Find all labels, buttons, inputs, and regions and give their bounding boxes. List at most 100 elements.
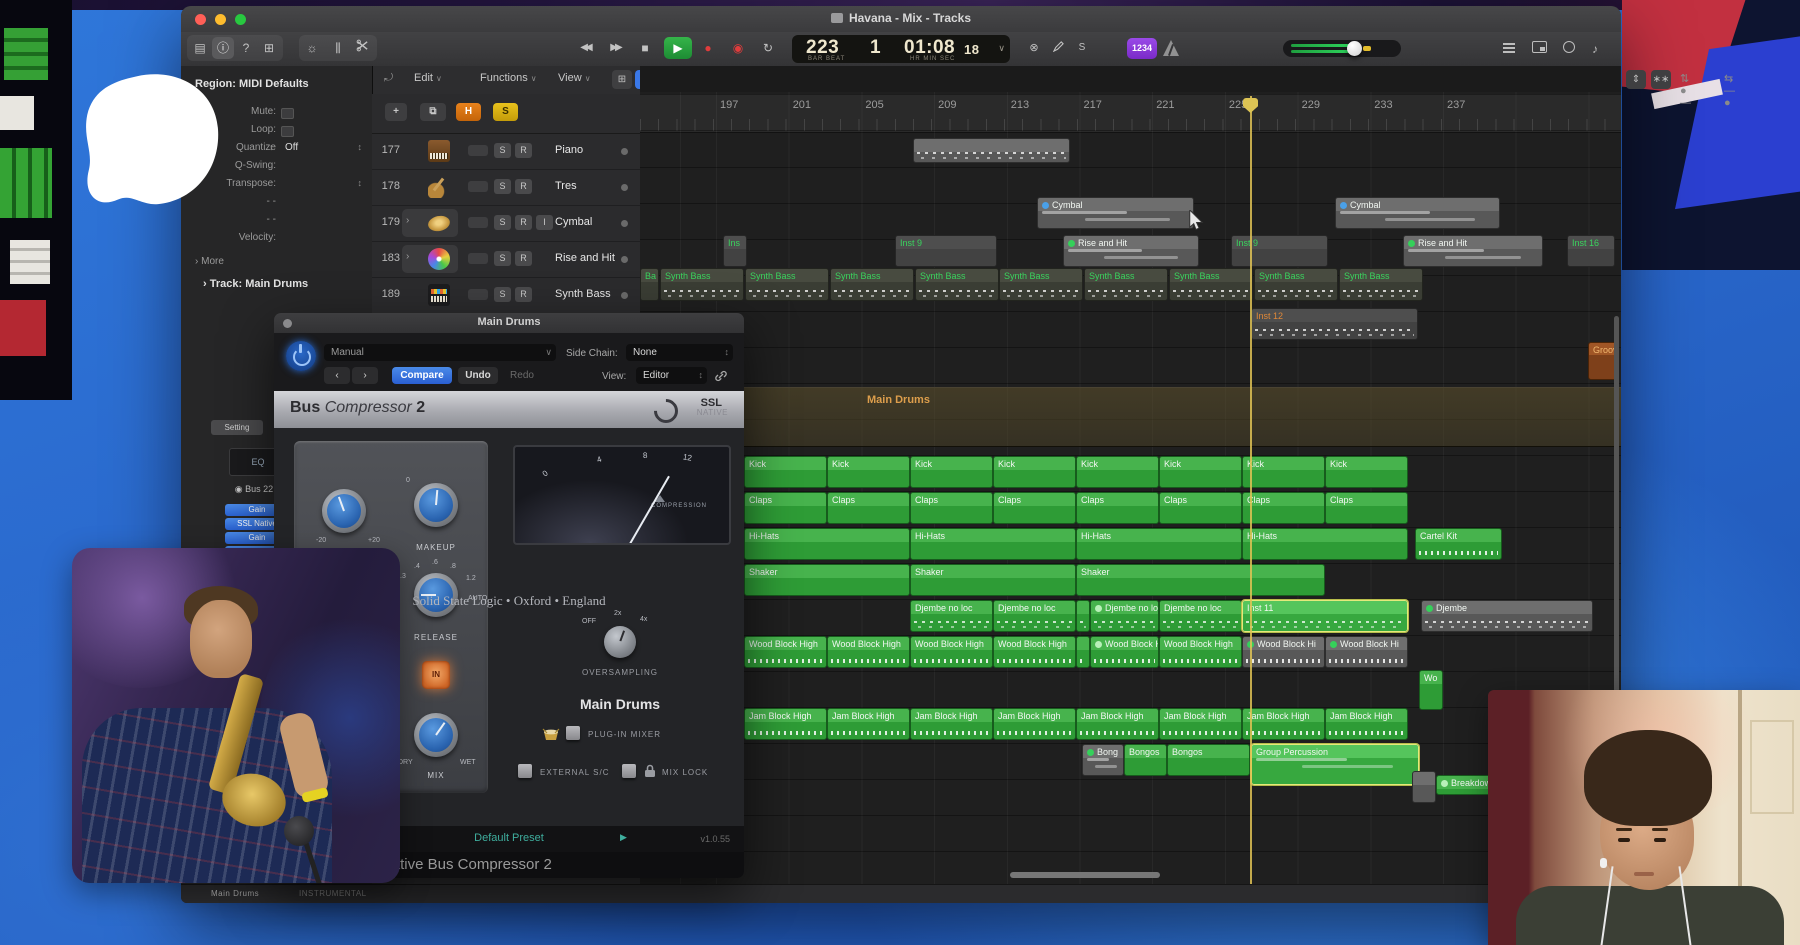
mix-knob[interactable]: [414, 713, 458, 757]
undo-button[interactable]: Undo: [458, 367, 498, 384]
region-claps[interactable]: Claps: [827, 492, 910, 524]
next-preset-button[interactable]: ›: [352, 367, 378, 384]
region-jam-block-high[interactable]: Jam Block High: [744, 708, 827, 740]
volume-knob[interactable]: [1347, 41, 1362, 56]
region-synth-bass[interactable]: Synth Bass: [1254, 268, 1338, 301]
region-wood-block-h[interactable]: Wood Block H: [1090, 636, 1159, 668]
region-kick[interactable]: Kick: [993, 456, 1076, 488]
forward-button[interactable]: ▶▶: [604, 37, 626, 59]
region-claps[interactable]: Claps: [993, 492, 1076, 524]
threshold-knob[interactable]: [322, 489, 366, 533]
region-jam-block-high[interactable]: Jam Block High: [1159, 708, 1242, 740]
solo-tracks-button[interactable]: S: [493, 103, 518, 121]
stop-button[interactable]: ■: [634, 37, 656, 59]
region-bongos[interactable]: Bongos: [1167, 744, 1250, 776]
s-button[interactable]: S: [494, 251, 511, 266]
region-hi-hats[interactable]: Hi-Hats: [744, 528, 910, 560]
track-inspector-header[interactable]: › Track: Main Drums: [203, 278, 308, 290]
redo-button[interactable]: Redo: [502, 367, 542, 384]
pencil-icon[interactable]: [1047, 37, 1069, 59]
r-button[interactable]: R: [515, 287, 532, 302]
link-icon[interactable]: [714, 369, 728, 388]
region-jam-block-high[interactable]: Jam Block High: [910, 708, 993, 740]
solo-mode-icon[interactable]: S: [1071, 37, 1093, 59]
smart-controls-icon[interactable]: ☼: [301, 37, 323, 59]
playhead-line[interactable]: [1250, 96, 1252, 884]
region-kick[interactable]: Kick: [1325, 456, 1408, 488]
region-clip[interactable]: [1076, 600, 1090, 632]
list-editors-icon[interactable]: [1499, 40, 1519, 58]
record-button[interactable]: ●: [697, 37, 719, 59]
region-djembe-no-loc[interactable]: Djembe no loc: [1090, 600, 1159, 632]
region-jam-block-high[interactable]: Jam Block High: [1076, 708, 1159, 740]
region-hi-hats[interactable]: Hi-Hats: [1076, 528, 1242, 560]
s-button[interactable]: S: [494, 215, 511, 230]
region-jam-block-high[interactable]: Jam Block High: [827, 708, 910, 740]
compare-button[interactable]: Compare: [392, 367, 452, 384]
region-more-disclosure[interactable]: › More: [195, 256, 224, 267]
media-browser-icon[interactable]: ♪: [1585, 40, 1605, 58]
region-bong[interactable]: Bong: [1082, 744, 1124, 776]
region-claps[interactable]: Claps: [744, 492, 827, 524]
region-claps[interactable]: Claps: [1325, 492, 1408, 524]
region-shaker[interactable]: Shaker: [744, 564, 910, 596]
inspector-row-velocity[interactable]: Velocity:: [181, 230, 372, 247]
region-jam-block-high[interactable]: Jam Block High: [1242, 708, 1325, 740]
region-wood-block-hi[interactable]: Wood Block Hi: [1325, 636, 1408, 668]
hide-tracks-button[interactable]: H: [456, 103, 481, 121]
rewind-button[interactable]: ◀◀: [574, 37, 596, 59]
region-wood-block-high[interactable]: Wood Block High: [993, 636, 1076, 668]
region-kick[interactable]: Kick: [1242, 456, 1325, 488]
region-inst-12[interactable]: Inst 12: [1251, 308, 1418, 340]
region-claps[interactable]: Claps: [910, 492, 993, 524]
metronome-icon[interactable]: [1163, 40, 1179, 56]
track-stack-summary-lane[interactable]: Main Drums: [640, 387, 1621, 447]
region-wood-block-high[interactable]: Wood Block High: [910, 636, 993, 668]
s-button[interactable]: S: [494, 287, 511, 302]
track-row-cymbal[interactable]: 179›SRICymbal: [372, 205, 640, 242]
loop-browser-icon[interactable]: [1559, 40, 1579, 58]
region-jam-block-high[interactable]: Jam Block High: [993, 708, 1076, 740]
cycle-icon[interactable]: ↻: [757, 37, 779, 59]
region-synth-bass[interactable]: Synth Bass: [660, 268, 744, 301]
preset-field[interactable]: Manual∨: [324, 344, 556, 361]
horizontal-scrollbar[interactable]: [1010, 872, 1160, 878]
region-synth-bass[interactable]: Synth Bass: [745, 268, 829, 301]
capture-record-icon[interactable]: ◉: [727, 37, 749, 59]
region-djembe-no-loc[interactable]: Djembe no loc: [993, 600, 1076, 632]
region-cymbal[interactable]: Cymbal: [1335, 197, 1500, 229]
region-kick[interactable]: Kick: [827, 456, 910, 488]
region-bongos[interactable]: Bongos: [1124, 744, 1167, 776]
onoff-toggle[interactable]: [468, 145, 488, 156]
region-kick[interactable]: Kick: [744, 456, 827, 488]
region-synth-bass[interactable]: Synth Bass: [999, 268, 1083, 301]
track-row-piano[interactable]: 177SRPiano: [372, 133, 640, 170]
footer-tab-instrumental[interactable]: INSTRUMENTAL: [299, 889, 367, 898]
region-claps[interactable]: Claps: [1076, 492, 1159, 524]
region-hi-hats[interactable]: Hi-Hats: [1242, 528, 1408, 560]
region-wo[interactable]: Wo: [1419, 670, 1443, 710]
vertical-zoom-slider[interactable]: ⇅ ●—: [1680, 72, 1691, 109]
plugin-titlebar[interactable]: Main Drums: [274, 313, 744, 333]
lcd-chevron-icon[interactable]: ∨: [998, 43, 1005, 54]
duplicate-track-button[interactable]: ⧉: [420, 103, 446, 121]
region-kick[interactable]: Kick: [1076, 456, 1159, 488]
disclosure-icon[interactable]: ›: [406, 251, 409, 262]
footer-tab-main-drums[interactable]: Main Drums: [211, 889, 259, 898]
onoff-toggle[interactable]: [468, 253, 488, 264]
mix-lock-checkbox[interactable]: [622, 764, 636, 778]
region-cartel-kit[interactable]: Cartel Kit: [1415, 528, 1502, 560]
plugin-power-button[interactable]: [286, 341, 316, 371]
region-synth-bass[interactable]: Synth Bass: [1084, 268, 1168, 301]
play-button[interactable]: ▶: [664, 37, 692, 59]
region-inst-11[interactable]: Inst 11: [1242, 600, 1408, 632]
side-chain-dropdown[interactable]: None↕: [626, 344, 733, 361]
compressor-in-button[interactable]: IN: [422, 661, 450, 689]
channel-setting-button[interactable]: Setting: [211, 420, 263, 435]
external-sc-checkbox[interactable]: [518, 764, 532, 778]
count-in-badge[interactable]: 1234: [1127, 38, 1157, 59]
region-rise-and-hit[interactable]: Rise and Hit: [1063, 235, 1199, 267]
toolbar-icon[interactable]: ⊞: [258, 37, 280, 59]
makeup-knob[interactable]: [414, 483, 458, 527]
vertical-scrollbar[interactable]: [1614, 316, 1619, 746]
